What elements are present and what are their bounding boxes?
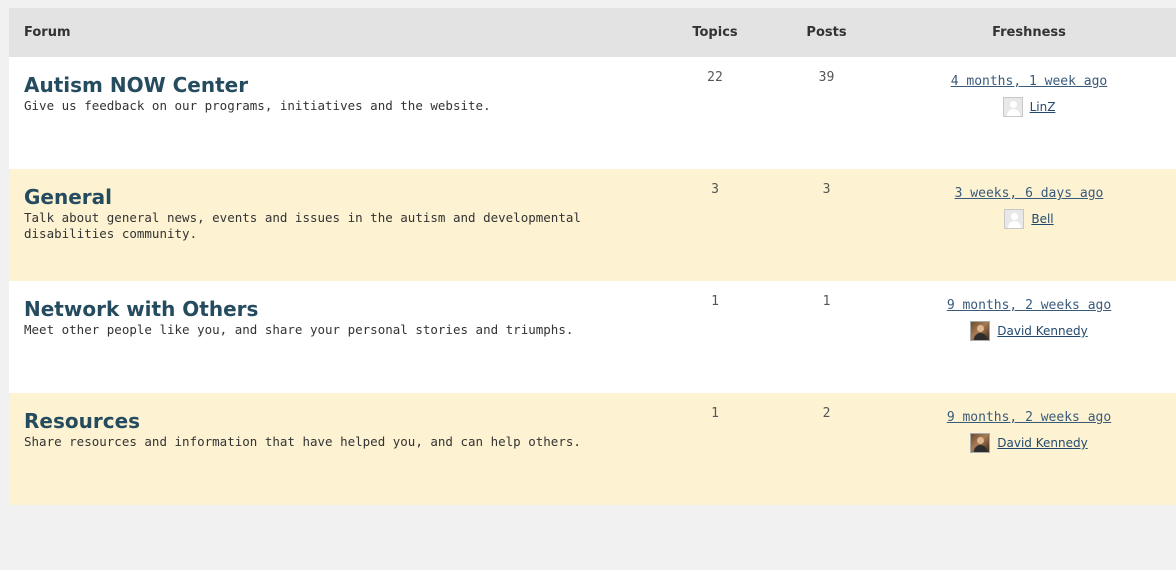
author-link[interactable]: LinZ xyxy=(1030,100,1056,114)
user-photo-avatar-icon[interactable] xyxy=(970,433,991,453)
topics-count: 22 xyxy=(707,70,723,85)
column-header-freshness: Freshness xyxy=(992,25,1066,40)
table-header-row: Forum Topics Posts Freshness xyxy=(9,8,1176,57)
default-avatar-icon[interactable] xyxy=(1002,97,1023,117)
column-header-forum: Forum xyxy=(24,25,71,40)
forum-description: Talk about general news, events and issu… xyxy=(24,210,581,241)
last-poster: Bell xyxy=(882,209,1176,229)
freshness-link[interactable]: 3 weeks, 6 days ago xyxy=(955,186,1104,201)
freshness-cell: 9 months, 2 weeks ago David Kennedy xyxy=(882,393,1176,505)
default-avatar-icon[interactable] xyxy=(1004,209,1025,229)
posts-count: 3 xyxy=(822,182,831,197)
forum-row: General Talk about general news, events … xyxy=(9,169,1176,281)
forum-title-link[interactable]: Resources xyxy=(24,409,659,433)
last-poster: David Kennedy xyxy=(882,433,1176,453)
forum-cell: Network with Others Meet other people li… xyxy=(9,281,659,393)
freshness-link[interactable]: 4 months, 1 week ago xyxy=(951,74,1108,89)
topics-count: 1 xyxy=(711,406,719,421)
author-link[interactable]: David Kennedy xyxy=(997,436,1087,450)
last-poster: David Kennedy xyxy=(882,321,1176,341)
topics-count: 1 xyxy=(711,294,719,309)
freshness-link[interactable]: 9 months, 2 weeks ago xyxy=(947,410,1111,425)
freshness-cell: 3 weeks, 6 days ago Bell xyxy=(882,169,1176,281)
column-header-posts: Posts xyxy=(806,25,847,40)
freshness-link[interactable]: 9 months, 2 weeks ago xyxy=(947,298,1111,313)
forum-title-link[interactable]: Network with Others xyxy=(24,297,659,321)
freshness-cell: 9 months, 2 weeks ago David Kennedy xyxy=(882,281,1176,393)
forum-description: Give us feedback on our programs, initia… xyxy=(24,98,491,113)
posts-count: 1 xyxy=(822,294,831,309)
forum-row: Autism NOW Center Give us feedback on ou… xyxy=(9,57,1176,169)
last-poster: LinZ xyxy=(882,97,1176,117)
column-header-topics: Topics xyxy=(692,25,738,40)
forum-title-link[interactable]: Autism NOW Center xyxy=(24,73,659,97)
forums-table: Forum Topics Posts Freshness Autism NOW … xyxy=(9,8,1176,505)
author-link[interactable]: Bell xyxy=(1031,212,1053,226)
posts-count: 2 xyxy=(822,406,831,421)
user-photo-avatar-icon[interactable] xyxy=(970,321,991,341)
forum-cell: Resources Share resources and informatio… xyxy=(9,393,659,505)
forum-title-link[interactable]: General xyxy=(24,185,659,209)
forum-cell: Autism NOW Center Give us feedback on ou… xyxy=(9,57,659,169)
forum-list: Forum Topics Posts Freshness Autism NOW … xyxy=(9,8,1176,505)
author-link[interactable]: David Kennedy xyxy=(997,324,1087,338)
forum-row: Network with Others Meet other people li… xyxy=(9,281,1176,393)
topics-count: 3 xyxy=(711,182,719,197)
posts-count: 39 xyxy=(818,70,835,85)
forum-row: Resources Share resources and informatio… xyxy=(9,393,1176,505)
forum-cell: General Talk about general news, events … xyxy=(9,169,659,281)
freshness-cell: 4 months, 1 week ago LinZ xyxy=(882,57,1176,169)
forum-description: Share resources and information that hav… xyxy=(24,434,581,449)
forum-description: Meet other people like you, and share yo… xyxy=(24,322,574,337)
